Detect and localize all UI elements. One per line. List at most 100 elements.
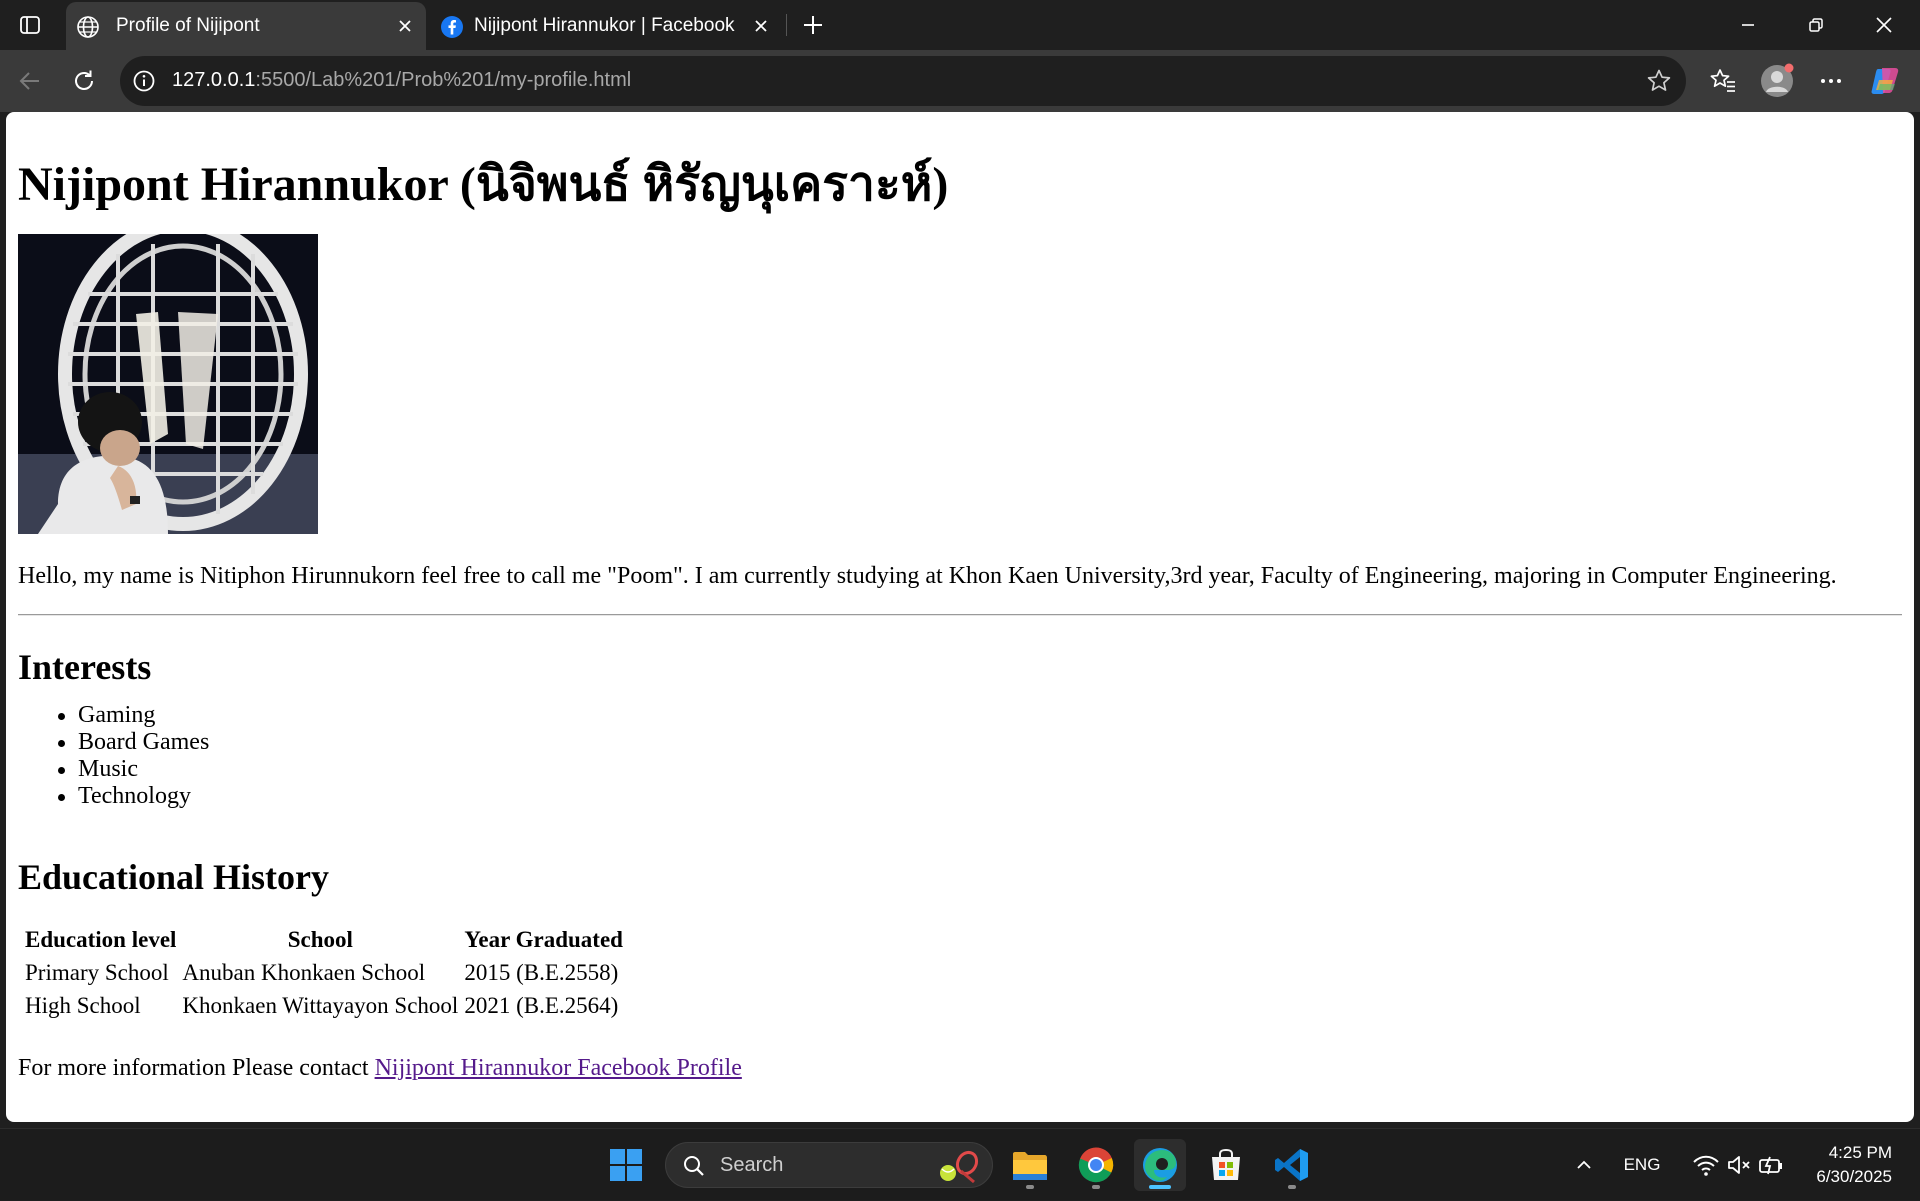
more-dots-icon (1821, 79, 1841, 83)
tab-title: Nijipont Hirannukor | Facebook (474, 15, 735, 36)
taskbar-edge[interactable] (1134, 1139, 1186, 1191)
tennis-highlight-icon (940, 1150, 979, 1183)
taskbar-file-explorer[interactable] (1004, 1139, 1056, 1191)
taskbar-chrome[interactable] (1070, 1139, 1122, 1191)
search-placeholder: Search (720, 1154, 784, 1176)
table-header-row: Education level School Year Graduated (24, 925, 624, 954)
close-window-button[interactable] (1850, 0, 1918, 50)
table-cell: Primary School (25, 959, 169, 985)
education-heading: Educational History (18, 857, 330, 897)
interests-list: Gaming Board Games Music Technology (18, 702, 209, 810)
profile-button[interactable] (1758, 62, 1796, 100)
clock-date: 6/30/2025 (1816, 1167, 1892, 1186)
battery-charging-icon (1759, 1156, 1782, 1175)
interests-heading: Interests (18, 647, 152, 687)
taskbar-search[interactable]: Search (665, 1142, 993, 1188)
search-icon (684, 1156, 704, 1176)
list-item: Music (18, 756, 209, 783)
contact-paragraph: For more information Please contact Niji… (18, 1055, 742, 1082)
new-tab-button[interactable] (796, 8, 830, 42)
address-bar[interactable]: 127.0.0.1:5500/Lab%201/Prob%201/my-profi… (120, 56, 1686, 106)
favorites-icon (1710, 69, 1735, 92)
restore-button[interactable] (1782, 0, 1850, 50)
contact-text: For more information Please contact (18, 1055, 375, 1081)
favorites-button[interactable] (1704, 62, 1742, 100)
table-cell: 2015 (B.E.2558) (464, 959, 619, 985)
education-table: Education level School Year Graduated Pr… (20, 921, 628, 1024)
refresh-button[interactable] (66, 63, 102, 99)
active-indicator (1149, 1185, 1171, 1189)
table-cell: 2021 (B.E.2564) (464, 992, 619, 1018)
browser-titlebar: Profile of Nijipont Nijipont Hirannukor … (0, 0, 1920, 50)
browser-toolbar: 127.0.0.1:5500/Lab%201/Prob%201/my-profi… (0, 50, 1920, 112)
close-tab-button[interactable] (750, 15, 772, 37)
close-icon (1876, 17, 1892, 33)
tab-separator (786, 14, 787, 36)
list-item: Technology (18, 783, 209, 810)
windows-logo-icon (610, 1149, 642, 1181)
page-title: Nijipont Hirannukor (นิจิพนธ์ หิรัญนุเคร… (18, 158, 949, 211)
chrome-icon (1078, 1147, 1114, 1183)
page-viewport: Nijipont Hirannukor (นิจิพนธ์ หิรัญนุเคร… (6, 112, 1914, 1122)
vscode-icon (1275, 1149, 1308, 1181)
language-indicator[interactable]: ENG (1614, 1129, 1670, 1201)
table-row: High School Khonkaen Wittayayon School 2… (24, 991, 624, 1020)
store-icon (1212, 1148, 1240, 1180)
show-hidden-icons-button[interactable] (1566, 1129, 1602, 1201)
volume-muted-icon (1728, 1156, 1750, 1174)
tab-actions-button[interactable] (14, 10, 46, 40)
tab-actions-icon (20, 16, 40, 34)
back-button[interactable] (12, 63, 48, 99)
facebook-profile-link[interactable]: Nijipont Hirannukor Facebook Profile (375, 1055, 742, 1081)
running-indicator (1288, 1185, 1296, 1189)
taskbar-vscode[interactable] (1266, 1139, 1318, 1191)
clock-time: 4:25 PM (1828, 1143, 1892, 1162)
globe-icon (77, 16, 99, 38)
table-cell: High School (25, 992, 141, 1018)
chevron-up-icon (1577, 1160, 1591, 1169)
running-indicator (1092, 1185, 1100, 1189)
running-indicator (1026, 1185, 1034, 1189)
url-path: :5500/Lab%201/Prob%201/my-profile.html (255, 69, 632, 91)
taskbar-store[interactable] (1200, 1139, 1252, 1191)
column-header: Education level (25, 926, 177, 952)
back-arrow-icon (19, 72, 39, 90)
refresh-icon (75, 70, 93, 90)
file-explorer-icon (1013, 1152, 1047, 1180)
divider (18, 614, 1902, 616)
close-icon (755, 20, 767, 32)
minimize-button[interactable] (1714, 0, 1782, 50)
close-tab-button[interactable] (394, 15, 416, 37)
table-cell: Anuban Khonkaen School (182, 959, 426, 985)
intro-paragraph: Hello, my name is Nitiphon Hirunnukorn f… (18, 563, 1837, 589)
url-text[interactable]: 127.0.0.1:5500/Lab%201/Prob%201/my-profi… (172, 69, 631, 92)
edge-icon (1143, 1148, 1177, 1182)
quick-settings-button[interactable] (1682, 1129, 1794, 1201)
table-row: Primary School Anuban Khonkaen School 20… (24, 958, 624, 987)
copilot-icon (1871, 68, 1899, 94)
site-info-icon[interactable] (132, 69, 156, 93)
favorite-star-icon[interactable] (1646, 68, 1672, 94)
minimize-icon (1742, 24, 1754, 26)
close-icon (399, 20, 411, 32)
list-item: Board Games (18, 729, 209, 756)
avatar-icon (1761, 63, 1794, 97)
url-host: 127.0.0.1 (172, 69, 256, 91)
column-header: Year Graduated (464, 926, 623, 952)
start-button[interactable] (600, 1139, 652, 1191)
restore-icon (1809, 18, 1823, 32)
tab-profile[interactable]: Profile of Nijipont (66, 2, 426, 50)
wifi-icon (1693, 1155, 1719, 1176)
system-clock[interactable]: 4:25 PM 6/30/2025 (1816, 1141, 1892, 1189)
more-options-button[interactable] (1812, 62, 1850, 100)
profile-photo (18, 234, 318, 534)
table-cell: Khonkaen Wittayayon School (182, 992, 459, 1018)
facebook-icon (441, 16, 463, 38)
profile-photo-image (18, 234, 318, 534)
list-item: Gaming (18, 702, 209, 729)
column-header: School (287, 926, 353, 952)
tab-facebook[interactable]: Nijipont Hirannukor | Facebook (430, 2, 782, 50)
windows-taskbar: Search ENG 4:25 PM 6/30/2025 (0, 1128, 1920, 1200)
copilot-button[interactable] (1866, 62, 1904, 100)
plus-icon (804, 16, 822, 34)
